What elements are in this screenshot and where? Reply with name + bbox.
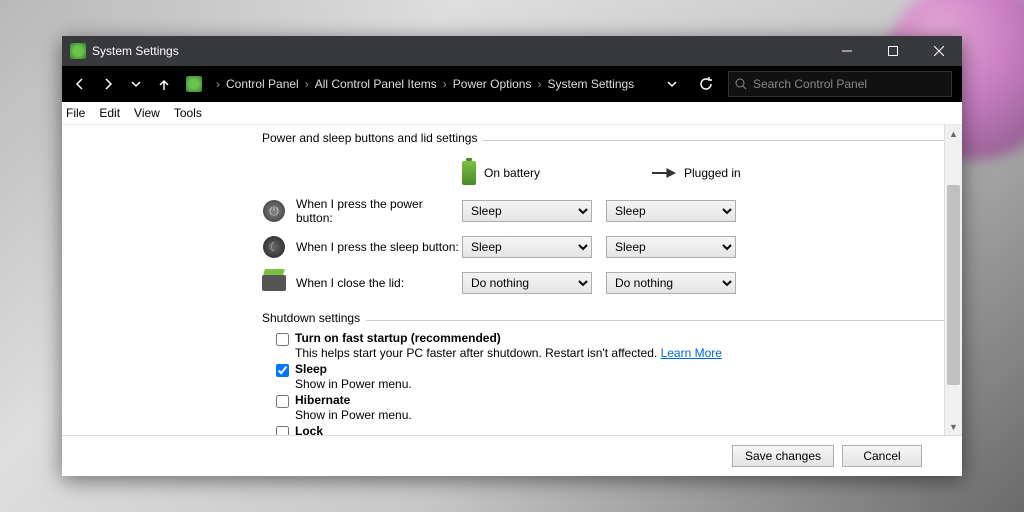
search-icon — [735, 78, 747, 90]
desc-hibernate: Show in Power menu. — [295, 408, 962, 422]
vertical-scrollbar[interactable]: ▲ ▼ — [944, 125, 962, 435]
combo-sleep-battery[interactable]: Sleep — [462, 236, 592, 258]
battery-icon — [462, 161, 476, 185]
label-hibernate: Hibernate — [295, 393, 350, 407]
scroll-up-icon[interactable]: ▲ — [945, 125, 962, 142]
desc-fast-startup: This helps start your PC faster after sh… — [295, 346, 661, 360]
check-fast-startup[interactable] — [276, 333, 289, 346]
back-button[interactable] — [68, 72, 92, 96]
search-placeholder: Search Control Panel — [753, 77, 867, 91]
group-title-power-sleep: Power and sleep buttons and lid settings — [262, 131, 477, 145]
crumb-control-panel[interactable]: Control Panel — [226, 77, 299, 91]
check-hibernate[interactable] — [276, 395, 289, 408]
combo-sleep-plugged[interactable]: Sleep — [606, 236, 736, 258]
label-fast-startup: Turn on fast startup (recommended) — [295, 331, 501, 345]
location-icon — [186, 76, 202, 92]
label-sleep: Sleep — [295, 362, 327, 376]
check-lock[interactable] — [276, 426, 289, 435]
menu-bar: File Edit View Tools — [62, 102, 962, 125]
search-input[interactable]: Search Control Panel — [728, 71, 952, 97]
save-changes-button[interactable]: Save changes — [732, 445, 834, 467]
row-power-button: When I press the power button: Sleep Sle… — [262, 193, 962, 229]
link-learn-more[interactable]: Learn More — [661, 346, 722, 360]
cancel-button[interactable]: Cancel — [842, 445, 922, 467]
footer: Save changes Cancel — [62, 435, 962, 476]
refresh-button[interactable] — [694, 72, 718, 96]
content-area: Power and sleep buttons and lid settings… — [62, 125, 962, 435]
recent-dropdown[interactable] — [124, 72, 148, 96]
desc-sleep: Show in Power menu. — [295, 377, 962, 391]
close-button[interactable] — [916, 36, 962, 66]
lid-icon — [262, 275, 286, 291]
menu-edit[interactable]: Edit — [99, 106, 120, 120]
combo-lid-plugged[interactable]: Do nothing — [606, 272, 736, 294]
minimize-button[interactable] — [824, 36, 870, 66]
app-icon — [70, 43, 86, 59]
window-title: System Settings — [92, 44, 179, 58]
plug-icon — [652, 168, 676, 178]
group-power-sleep: Power and sleep buttons and lid settings… — [262, 131, 962, 301]
menu-file[interactable]: File — [66, 106, 85, 120]
crumb-system-settings[interactable]: System Settings — [547, 77, 634, 91]
titlebar: System Settings — [62, 36, 962, 66]
label-sleep-button: When I press the sleep button: — [296, 240, 462, 254]
up-button[interactable] — [152, 72, 176, 96]
col-plugged-in: Plugged in — [684, 166, 741, 180]
power-button-icon — [263, 200, 285, 222]
group-title-shutdown: Shutdown settings — [262, 311, 360, 325]
forward-button[interactable] — [96, 72, 120, 96]
check-sleep[interactable] — [276, 364, 289, 377]
crumb-power-options[interactable]: Power Options — [453, 77, 532, 91]
maximize-button[interactable] — [870, 36, 916, 66]
address-bar: Control Panel All Control Panel Items Po… — [62, 66, 962, 102]
col-on-battery: On battery — [484, 166, 540, 180]
breadcrumb[interactable]: Control Panel All Control Panel Items Po… — [210, 77, 656, 91]
row-sleep-button: When I press the sleep button: Sleep Sle… — [262, 229, 962, 265]
scroll-thumb[interactable] — [947, 185, 960, 385]
combo-lid-battery[interactable]: Do nothing — [462, 272, 592, 294]
scroll-down-icon[interactable]: ▼ — [945, 418, 962, 435]
menu-view[interactable]: View — [134, 106, 160, 120]
combo-power-battery[interactable]: Sleep — [462, 200, 592, 222]
address-dropdown[interactable] — [660, 72, 684, 96]
row-close-lid: When I close the lid: Do nothing Do noth… — [262, 265, 962, 301]
sleep-button-icon — [263, 236, 285, 258]
group-shutdown: Shutdown settings Turn on fast startup (… — [262, 311, 962, 435]
label-close-lid: When I close the lid: — [296, 276, 462, 290]
system-settings-window: System Settings Control Panel All Contro… — [62, 36, 962, 476]
label-lock: Lock — [295, 424, 323, 435]
crumb-all-items[interactable]: All Control Panel Items — [315, 77, 437, 91]
menu-tools[interactable]: Tools — [174, 106, 202, 120]
label-power-button: When I press the power button: — [296, 197, 462, 225]
combo-power-plugged[interactable]: Sleep — [606, 200, 736, 222]
